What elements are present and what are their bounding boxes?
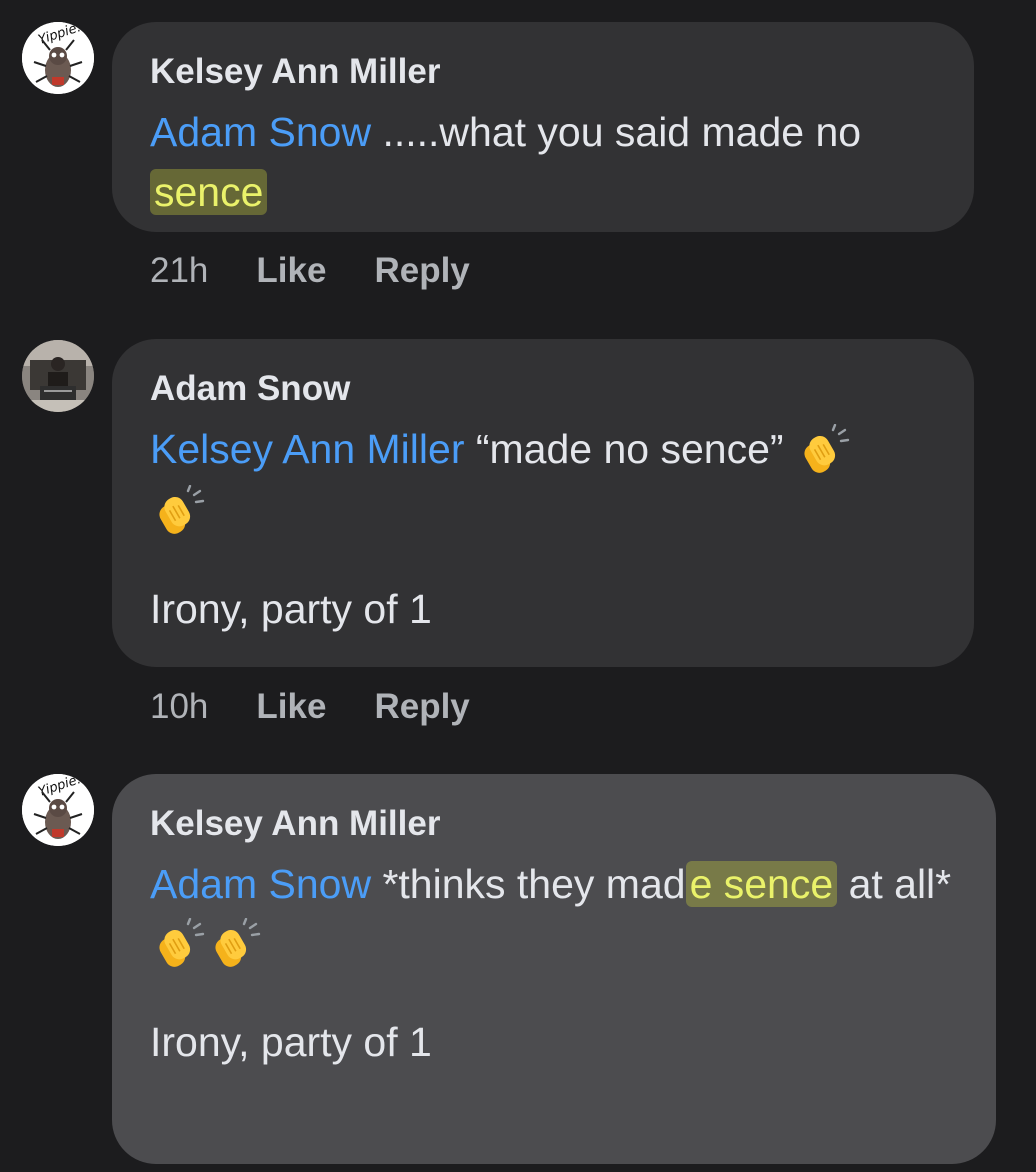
like-button[interactable]: Like — [256, 251, 326, 291]
like-button[interactable]: Like — [256, 687, 326, 727]
comment-timestamp[interactable]: 10h — [150, 687, 208, 727]
comment-timestamp[interactable]: 21h — [150, 251, 208, 291]
photo-avatar-icon — [22, 340, 94, 412]
comment-author[interactable]: Kelsey Ann Miller — [150, 804, 958, 844]
mention-link[interactable]: Kelsey Ann Miller — [150, 426, 464, 472]
comment-body: Kelsey Ann Miller “made no sence” — [150, 419, 936, 480]
comment-text: .....what you said made no — [371, 109, 862, 155]
comment-text-end: at all* — [837, 861, 952, 907]
comment-actions: 21h Like Reply — [150, 251, 518, 291]
comment-body: Adam Snow *thinks they made sence at all… — [150, 854, 958, 914]
bug-avatar-icon: Yippie! — [22, 774, 94, 846]
comment-bubble: Kelsey Ann Miller Adam Snow .....what yo… — [112, 22, 974, 232]
highlighted-word: sence — [150, 169, 268, 215]
clapping-hands-icon — [795, 424, 851, 480]
comment-followup: Irony, party of 1 — [150, 585, 432, 632]
clapping-hands-icon — [150, 484, 206, 541]
avatar[interactable]: Yippie! — [22, 22, 94, 94]
comment-text: *thinks they mad — [371, 861, 686, 907]
comment-actions: 10h Like Reply — [150, 687, 518, 727]
comment-body: Adam Snow .....what you said made no sen… — [150, 102, 936, 222]
emoji-line — [150, 480, 936, 540]
comment-bubble: Adam Snow Kelsey Ann Miller “made no sen… — [112, 339, 974, 667]
emoji-line — [150, 914, 958, 974]
avatar[interactable] — [22, 340, 94, 412]
comment-author[interactable]: Kelsey Ann Miller — [150, 52, 936, 92]
clapping-hands-icon — [206, 918, 262, 974]
reply-button[interactable]: Reply — [374, 251, 469, 291]
highlighted-word: e sence — [685, 861, 838, 907]
bug-avatar-icon: Yippie! — [22, 22, 94, 94]
mention-link[interactable]: Adam Snow — [150, 861, 371, 907]
clapping-hands-icon — [150, 918, 206, 974]
avatar[interactable]: Yippie! — [22, 774, 94, 846]
reply-button[interactable]: Reply — [374, 687, 469, 727]
comment-author[interactable]: Adam Snow — [150, 369, 936, 409]
comment-text: “made no sence” — [464, 426, 795, 472]
comment-followup: Irony, party of 1 — [150, 1019, 432, 1066]
mention-link[interactable]: Adam Snow — [150, 109, 371, 155]
comment-bubble-selected: Kelsey Ann Miller Adam Snow *thinks they… — [112, 774, 996, 1164]
